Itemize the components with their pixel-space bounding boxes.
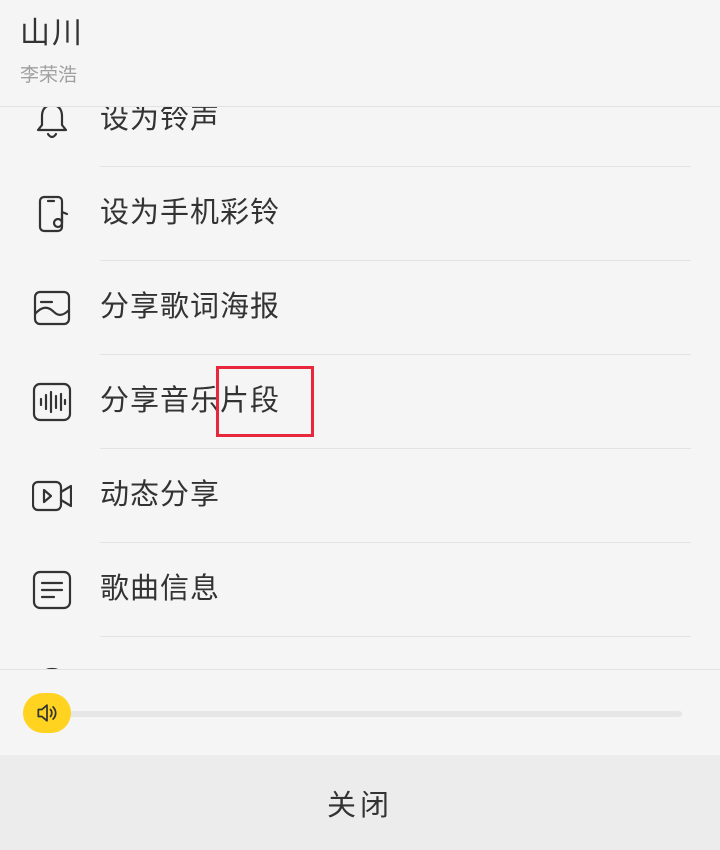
menu-item-label: 歌曲信息 bbox=[100, 571, 221, 605]
song-title: 山川 bbox=[20, 16, 84, 51]
song-artist: 李荣浩 bbox=[20, 64, 78, 86]
song-header: 山川 李荣浩 bbox=[0, 0, 720, 107]
menu-item-label: 分享歌词海报 bbox=[100, 289, 281, 323]
speaker-icon[interactable] bbox=[23, 693, 71, 733]
phone-music-icon bbox=[32, 194, 72, 234]
menu-item-label: 设为铃声 bbox=[100, 106, 221, 135]
close-label: 关闭 bbox=[326, 787, 393, 822]
menu-item-song-info[interactable]: 歌曲信息 bbox=[0, 543, 720, 637]
volume-slider[interactable] bbox=[50, 711, 682, 717]
menu-item-share-music-clip[interactable]: 分享音乐片段 bbox=[0, 355, 720, 449]
volume-control bbox=[0, 669, 720, 756]
menu-item-dynamic-share[interactable]: 动态分享 bbox=[0, 449, 720, 543]
audio-wave-icon bbox=[32, 382, 72, 422]
menu-item-label: 动态分享 bbox=[100, 477, 221, 511]
close-button[interactable]: 关闭 bbox=[0, 755, 720, 850]
action-menu: 设为铃声 设为手机彩铃 分享歌词海报 分享音乐片段 动态分享 歌曲信息 bbox=[0, 106, 720, 669]
menu-item-set-phone-ringback[interactable]: 设为手机彩铃 bbox=[0, 167, 720, 261]
menu-item-share-lyrics-poster[interactable]: 分享歌词海报 bbox=[0, 261, 720, 355]
bell-icon bbox=[32, 106, 72, 140]
image-icon bbox=[32, 288, 72, 328]
menu-item-partial[interactable] bbox=[0, 637, 720, 669]
document-icon bbox=[32, 570, 72, 610]
video-camera-icon bbox=[31, 476, 73, 516]
menu-item-label: 设为手机彩铃 bbox=[100, 195, 281, 229]
menu-item-set-ringtone[interactable]: 设为铃声 bbox=[0, 106, 720, 167]
highlight-box bbox=[216, 366, 314, 437]
